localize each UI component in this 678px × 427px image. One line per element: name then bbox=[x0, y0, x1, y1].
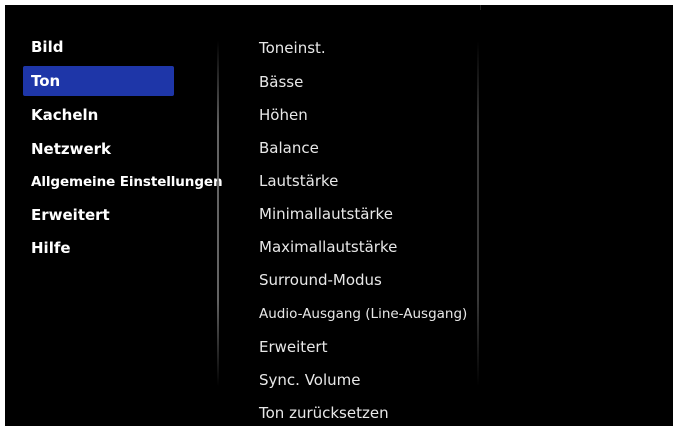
menu-item-bild[interactable]: Bild bbox=[23, 32, 63, 62]
menu-item-allgemeine-einstellungen[interactable]: Allgemeine Einstellungen bbox=[23, 167, 223, 197]
menu-item-netzwerk[interactable]: Netzwerk bbox=[23, 134, 111, 164]
menu-item-hilfe[interactable]: Hilfe bbox=[23, 233, 71, 263]
submenu-item-balance[interactable]: Balance bbox=[259, 133, 319, 163]
submenu-item-hoehen[interactable]: Höhen bbox=[259, 100, 308, 130]
menu-separator-right bbox=[477, 41, 479, 386]
menu-separator-left bbox=[217, 41, 219, 386]
submenu-item-baesse[interactable]: Bässe bbox=[259, 67, 303, 97]
submenu-item-maximallautstaerke[interactable]: Maximallautstärke bbox=[259, 232, 397, 262]
submenu-item-lautstaerke[interactable]: Lautstärke bbox=[259, 166, 338, 196]
submenu-item-erweitert[interactable]: Erweitert bbox=[259, 332, 327, 362]
submenu-item-audio-ausgang[interactable]: Audio-Ausgang (Line-Ausgang) bbox=[259, 299, 467, 329]
submenu-item-ton-zuruecksetzen[interactable]: Ton zurücksetzen bbox=[259, 398, 389, 426]
menu-item-kacheln[interactable]: Kacheln bbox=[23, 100, 98, 130]
submenu-item-sync-volume[interactable]: Sync. Volume bbox=[259, 365, 360, 395]
main-menu: Bild Ton Kacheln Netzwerk Allgemeine Ein… bbox=[5, 5, 223, 426]
menu-item-ton[interactable]: Ton bbox=[23, 66, 174, 96]
submenu-item-toneinst[interactable]: Toneinst. bbox=[259, 33, 326, 63]
submenu-item-surround-modus[interactable]: Surround-Modus bbox=[259, 265, 382, 295]
settings-screen: Bild Ton Kacheln Netzwerk Allgemeine Ein… bbox=[5, 5, 673, 426]
top-marker bbox=[480, 5, 481, 10]
menu-item-erweitert[interactable]: Erweitert bbox=[23, 200, 110, 230]
submenu-item-minimallautstaerke[interactable]: Minimallautstärke bbox=[259, 199, 393, 229]
